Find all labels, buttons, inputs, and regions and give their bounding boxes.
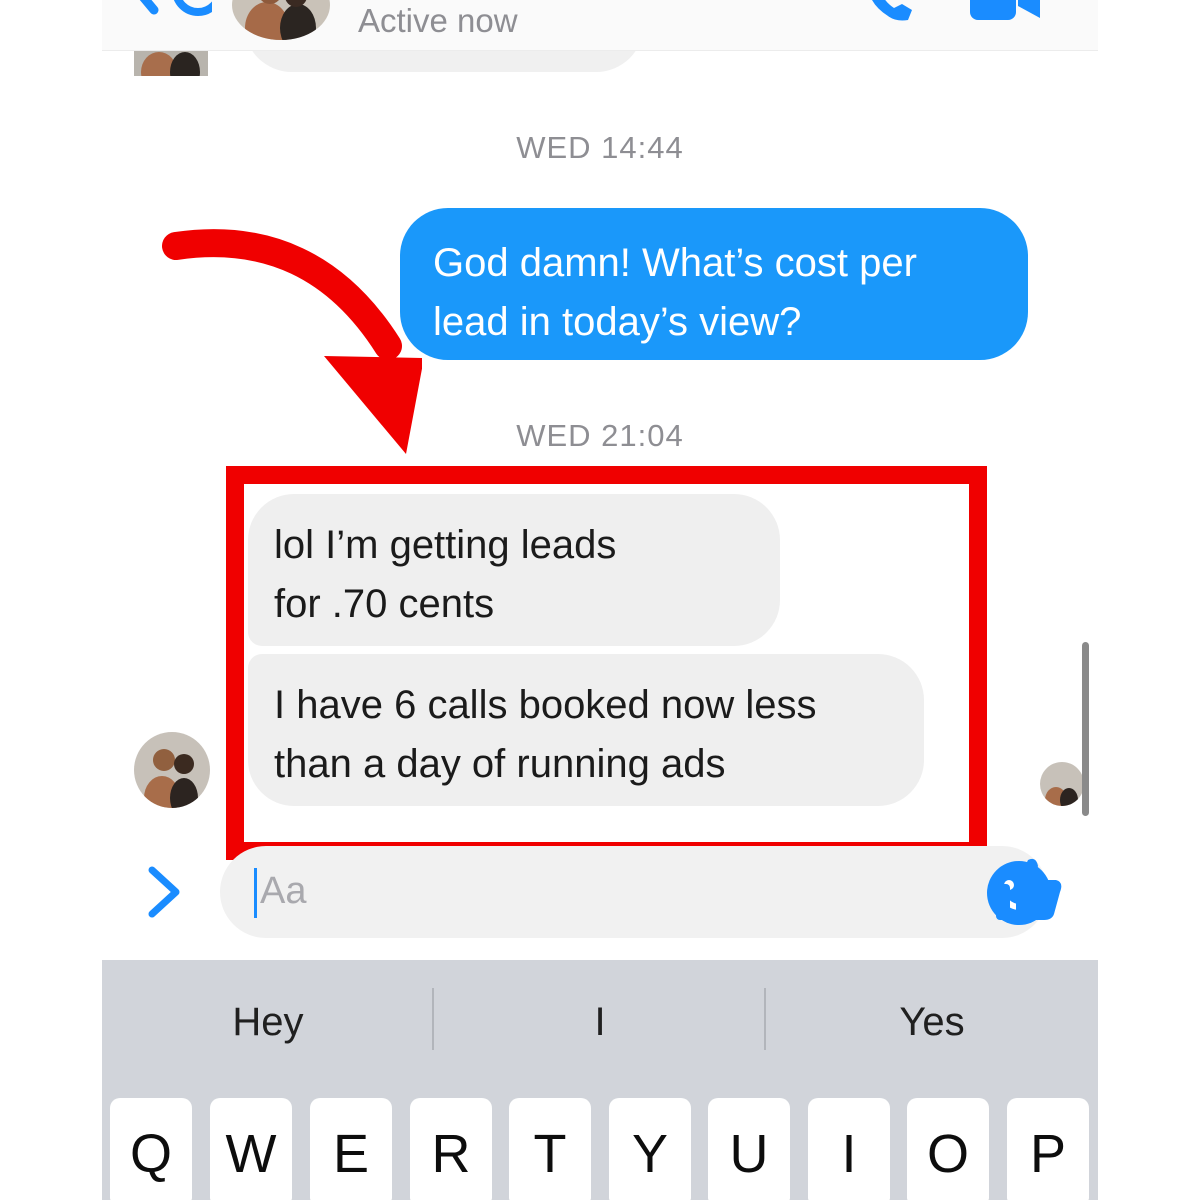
- highlight-box: [226, 466, 987, 860]
- key-i[interactable]: I: [808, 1098, 890, 1200]
- contact-avatar[interactable]: [232, 0, 330, 40]
- message-input[interactable]: Aa: [260, 870, 306, 913]
- active-status: Active now: [358, 2, 518, 39]
- predictive-bar: Hey I Yes: [102, 960, 1098, 1092]
- back-icon[interactable]: [128, 0, 212, 24]
- chat-header: Active now: [102, 0, 1098, 51]
- video-icon[interactable]: [970, 0, 1060, 24]
- key-e[interactable]: E: [310, 1098, 392, 1200]
- key-w[interactable]: W: [210, 1098, 292, 1200]
- key-o[interactable]: O: [907, 1098, 989, 1200]
- timestamp: WED 14:44: [516, 130, 684, 165]
- keyboard: Hey I Yes Q W E R T Y U I O P: [102, 960, 1098, 1200]
- key-t[interactable]: T: [509, 1098, 591, 1200]
- phone-icon[interactable]: [862, 0, 922, 24]
- suggestion-divider: [764, 988, 766, 1050]
- key-u[interactable]: U: [708, 1098, 790, 1200]
- key-p[interactable]: P: [1007, 1098, 1089, 1200]
- suggestion[interactable]: Yes: [832, 1000, 1032, 1045]
- outgoing-message-bubble[interactable]: God damn! What’s cost per lead in today’…: [400, 208, 1028, 360]
- seen-avatar: [1040, 762, 1084, 806]
- sender-avatar[interactable]: [134, 732, 210, 808]
- like-icon[interactable]: [994, 854, 1064, 924]
- key-q[interactable]: Q: [110, 1098, 192, 1200]
- scrollbar[interactable]: [1082, 642, 1089, 816]
- message-composer[interactable]: Aa: [220, 846, 1051, 938]
- text-cursor: [254, 868, 257, 918]
- suggestion-divider: [432, 988, 434, 1050]
- key-y[interactable]: Y: [609, 1098, 691, 1200]
- suggestion[interactable]: Hey: [168, 1000, 368, 1045]
- suggestion[interactable]: I: [500, 1000, 700, 1045]
- timestamp: WED 21:04: [516, 418, 684, 453]
- expand-icon[interactable]: [142, 862, 186, 922]
- messenger-screen: Active now WED 14:44 God damn! What’s co…: [102, 0, 1098, 1200]
- key-r[interactable]: R: [410, 1098, 492, 1200]
